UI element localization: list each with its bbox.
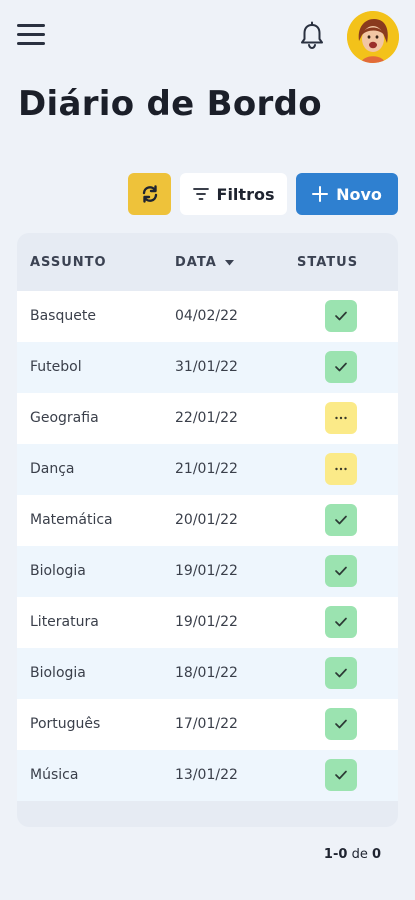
bell-icon[interactable] <box>298 21 326 51</box>
status-done-badge <box>325 657 357 689</box>
plus-icon <box>312 186 329 202</box>
new-button[interactable]: Novo <box>296 173 398 215</box>
row-subject: Futebol <box>30 359 82 375</box>
table-row[interactable]: Basquete 04/02/22 <box>17 291 398 342</box>
row-subject: Música <box>30 767 79 783</box>
row-date: 18/01/22 <box>175 665 238 681</box>
filters-button[interactable]: Filtros <box>180 173 287 215</box>
table-row[interactable]: Geografia 22/01/22 <box>17 393 398 444</box>
refresh-icon <box>142 185 157 203</box>
row-subject: Dança <box>30 461 75 477</box>
diary-table: ASSUNTO DATA STATUS Basquete 04/02/22 Fu… <box>17 233 398 827</box>
hamburger-menu-icon[interactable] <box>17 22 45 48</box>
status-done-badge <box>325 606 357 638</box>
pagination-info: 1-0 de 0 <box>324 847 381 862</box>
table-row[interactable]: Música 13/01/22 <box>17 750 398 801</box>
row-date: 19/01/22 <box>175 614 238 630</box>
status-done-badge <box>325 351 357 383</box>
row-subject: Literatura <box>30 614 99 630</box>
table-row[interactable]: Biologia 18/01/22 <box>17 648 398 699</box>
table-row[interactable]: Futebol 31/01/22 <box>17 342 398 393</box>
status-done-badge <box>325 759 357 791</box>
row-subject: Biologia <box>30 665 86 681</box>
page-title: Diário de Bordo <box>18 84 322 124</box>
row-date: 19/01/22 <box>175 563 238 579</box>
row-subject: Basquete <box>30 308 96 324</box>
row-date: 22/01/22 <box>175 410 238 426</box>
status-pending-badge <box>325 402 357 434</box>
check-icon <box>335 515 347 525</box>
status-done-badge <box>325 708 357 740</box>
sort-down-icon <box>224 259 234 265</box>
filters-button-label: Filtros <box>216 184 275 204</box>
check-icon <box>335 719 347 729</box>
table-body: Basquete 04/02/22 Futebol 31/01/22 Geogr… <box>17 291 398 801</box>
check-icon <box>335 311 347 321</box>
check-icon <box>335 362 347 372</box>
top-bar <box>0 0 415 72</box>
pagination-total: 0 <box>371 847 381 862</box>
column-header-date[interactable]: DATA <box>175 255 234 270</box>
table-row[interactable]: Literatura 19/01/22 <box>17 597 398 648</box>
row-subject: Matemática <box>30 512 113 528</box>
user-avatar[interactable] <box>347 11 399 63</box>
check-icon <box>335 770 347 780</box>
status-pending-badge <box>325 453 357 485</box>
row-date: 31/01/22 <box>175 359 238 375</box>
pagination-of: de <box>351 847 368 862</box>
table-row[interactable]: Matemática 20/01/22 <box>17 495 398 546</box>
row-date: 21/01/22 <box>175 461 238 477</box>
table-row[interactable]: Dança 21/01/22 <box>17 444 398 495</box>
row-subject: Biologia <box>30 563 86 579</box>
table-row[interactable]: Biologia 19/01/22 <box>17 546 398 597</box>
row-subject: Português <box>30 716 101 732</box>
refresh-button[interactable] <box>128 173 171 215</box>
pagination-range: 1-0 <box>323 847 348 862</box>
filter-icon <box>192 188 209 200</box>
check-icon <box>335 668 347 678</box>
row-subject: Geografia <box>30 410 99 426</box>
table-header: ASSUNTO DATA STATUS <box>17 233 398 291</box>
row-date: 20/01/22 <box>175 512 238 528</box>
new-button-label: Novo <box>336 184 382 204</box>
status-done-badge <box>325 504 357 536</box>
table-row[interactable]: Português 17/01/22 <box>17 699 398 750</box>
status-done-badge <box>325 300 357 332</box>
check-icon <box>335 617 347 627</box>
column-header-date-label: DATA <box>175 255 217 270</box>
column-header-status[interactable]: STATUS <box>297 255 358 270</box>
row-date: 13/01/22 <box>175 767 238 783</box>
check-icon <box>335 566 347 576</box>
status-done-badge <box>325 555 357 587</box>
column-header-subject[interactable]: ASSUNTO <box>30 255 107 270</box>
ellipsis-icon <box>335 467 347 471</box>
row-date: 04/02/22 <box>175 308 238 324</box>
row-date: 17/01/22 <box>175 716 238 732</box>
ellipsis-icon <box>335 416 347 420</box>
